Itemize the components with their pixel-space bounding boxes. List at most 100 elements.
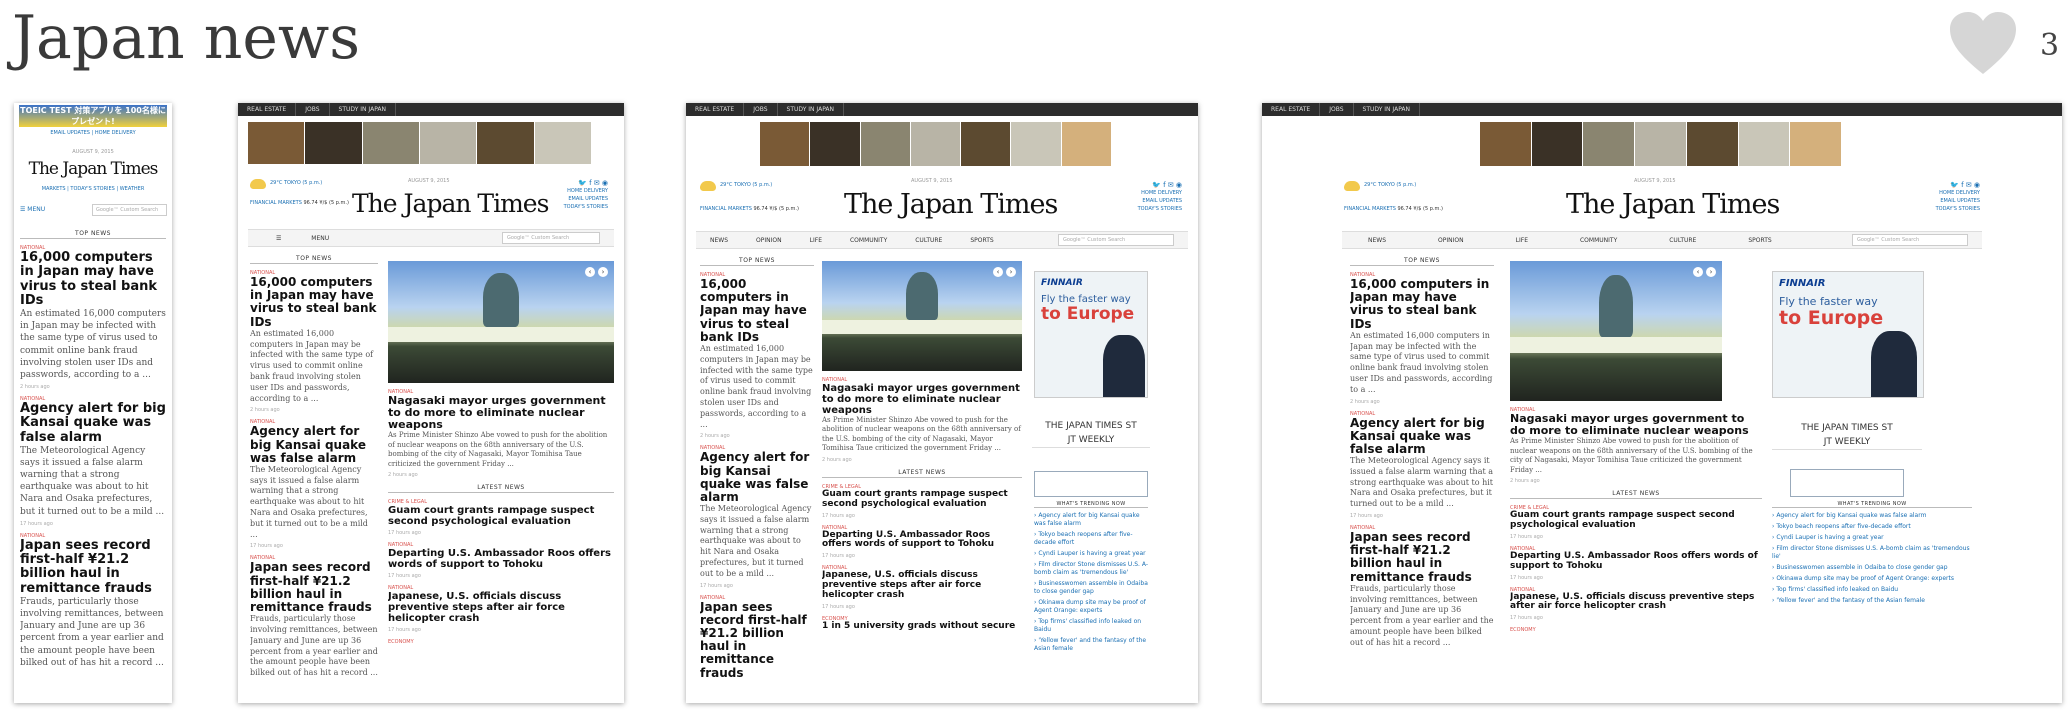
trending-item[interactable]: › Agency alert for big Kansai quake was … [1034,512,1148,528]
link-email-updates[interactable]: EMAIL UPDATES [1138,197,1182,205]
search-input[interactable]: Google™ Custom Search [1852,234,1968,246]
mobile-menu-links[interactable]: MARKETS | TODAY'S STORIES | WEATHER [14,186,172,192]
link-home-delivery[interactable]: HOME DELIVERY [564,187,608,195]
banner-photo-strip[interactable] [248,122,592,164]
trending-item[interactable]: › Film director Stone dismisses U.S. A-b… [1772,545,1972,561]
nav-real-estate[interactable]: REAL ESTATE [1262,103,1321,116]
ceo-banner[interactable]: 100 Next-Era CEOs [1034,471,1148,497]
list-item[interactable]: CRIME & LEGAL Guam court grants rampage s… [388,499,614,536]
story-headline[interactable]: 16,000 computers in Japan may have virus… [250,275,378,329]
nav-real-estate[interactable]: REAL ESTATE [238,103,297,116]
feature-story[interactable]: NATIONAL Nagasaki mayor urges government… [388,389,614,478]
chevron-right-icon[interactable]: › [1706,267,1716,277]
trending-item[interactable]: › Top firms' classified info leaked on B… [1034,618,1148,634]
story-headline[interactable]: Guam court grants rampage suspect second… [1510,510,1762,531]
mobile-logo[interactable]: The Japan Times [14,159,172,179]
banner-photo-strip[interactable] [760,122,1112,166]
chevron-right-icon[interactable]: › [598,267,608,277]
list-item[interactable]: NATIONAL Japan sees record first-half ¥2… [700,595,814,680]
list-item[interactable]: NATIONAL Agency alert for big Kansai qua… [1350,411,1494,520]
social-icons[interactable]: 🐦 f ✉ ◉ [564,179,608,187]
story-headline[interactable]: Japanese, U.S. officials discuss prevent… [388,591,614,624]
weather-widget[interactable]: 29°C TOKYO (5 p.m.) [700,181,772,191]
nav-jobs[interactable]: JOBS [744,103,778,116]
social-icons[interactable]: 🐦 f ✉ ◉ [1936,181,1980,189]
menu-button[interactable]: ☰ MENU [20,206,45,213]
list-item[interactable]: NATIONAL Japanese, U.S. officials discuss… [1510,587,1762,622]
screenshot-thumbnail-desktop[interactable]: REAL ESTATE JOBS STUDY IN JAPAN 29°C TOK… [686,103,1198,703]
story-headline[interactable]: Japan sees record first-half ¥21.2 billi… [1350,531,1494,584]
list-item[interactable]: NATIONAL Japan sees record first-half ¥2… [1350,525,1494,649]
trending-item[interactable]: › Businesswomen assemble in Odaiba to cl… [1034,580,1148,596]
story-headline[interactable]: Japanese, U.S. officials discuss prevent… [1510,592,1762,613]
screenshot-thumbnail-desktop-wide[interactable]: REAL ESTATE JOBS STUDY IN JAPAN 29°C TOK… [1262,103,2062,703]
list-item[interactable]: NATIONAL Japanese, U.S. officials discuss… [822,565,1022,610]
list-item[interactable]: NATIONAL Japan sees record first-half ¥2… [20,533,166,669]
story-headline[interactable]: Nagasaki mayor urges government to do mo… [388,394,614,431]
feature-story[interactable]: NATIONAL Nagasaki mayor urges government… [1510,407,1762,484]
story-headline[interactable]: Guam court grants rampage suspect second… [388,505,614,527]
section-community[interactable]: COMMUNITY [836,237,901,244]
markets-widget[interactable]: FINANCIAL MARKETS 96.74 ¥/$ (5 p.m.) [700,205,799,213]
list-item[interactable]: CRIME & LEGAL Guam court grants rampage s… [1510,505,1762,540]
section-life[interactable]: LIFE [1490,237,1554,244]
finnair-ad[interactable]: FINNAIR Fly the faster way to Europe [1034,271,1148,398]
link-todays-stories[interactable]: TODAY'S STORIES [564,203,608,211]
story-headline[interactable]: Japan sees record first-half ¥21.2 billi… [250,561,378,614]
section-culture[interactable]: CULTURE [1643,237,1722,244]
finnair-ad[interactable]: FINNAIR Fly the faster way to Europe [1772,271,1924,398]
section-sports[interactable]: SPORTS [956,237,1007,244]
list-item[interactable]: NATIONAL Departing U.S. Ambassador Roos o… [1510,546,1762,581]
trending-item[interactable]: › Agency alert for big Kansai quake was … [1772,512,1972,520]
link-todays-stories[interactable]: TODAY'S STORIES [1138,205,1182,213]
trending-item[interactable]: › Okinawa dump site may be proof of Agen… [1034,599,1148,615]
list-item[interactable]: NATIONAL 16,000 computers in Japan may h… [1350,272,1494,405]
feature-story[interactable]: NATIONAL Nagasaki mayor urges government… [822,377,1022,463]
list-item[interactable]: NATIONAL Agency alert for big Kansai qua… [700,445,814,588]
mobile-search-input[interactable]: Google™ Custom Search [92,204,167,216]
weather-widget[interactable]: 29°C TOKYO (5 p.m.) [1344,181,1416,191]
story-headline[interactable]: Nagasaki mayor urges government to do mo… [1510,412,1762,437]
link-home-delivery[interactable]: HOME DELIVERY [1936,189,1980,197]
story-headline[interactable]: Agency alert for big Kansai quake was fa… [700,451,814,504]
section-news[interactable]: NEWS [1342,237,1412,244]
feature-photo[interactable]: ‹ › [388,261,614,383]
nav-study-in-japan[interactable]: STUDY IN JAPAN [1354,103,1421,116]
search-input[interactable]: Google™ Custom Search [502,232,600,244]
ceo-banner[interactable]: 100 Next-Era CEOs [1790,469,1904,497]
jt-weekly-promo[interactable]: THE JAPAN TIMES ST JT WEEKLY [1032,419,1150,448]
nav-study-in-japan[interactable]: STUDY IN JAPAN [330,103,397,116]
masthead-logo[interactable]: The Japan Times [844,189,1058,220]
section-life[interactable]: LIFE [796,237,836,244]
mobile-top-links[interactable]: EMAIL UPDATES | HOME DELIVERY [14,130,172,136]
link-todays-stories[interactable]: TODAY'S STORIES [1936,205,1980,213]
list-item[interactable]: NATIONAL 16,000 computers in Japan may h… [20,245,166,390]
trending-item[interactable]: › Okinawa dump site may be proof of Agen… [1772,575,1972,583]
list-item[interactable]: NATIONAL 16,000 computers in Japan may h… [250,270,378,413]
masthead-logo[interactable]: The Japan Times [352,189,549,218]
masthead-logo[interactable]: The Japan Times [1566,189,1780,220]
trending-item[interactable]: › Cyndi Lauper is having a great year [1772,534,1972,542]
trending-item[interactable]: › 'Yellow fever' and the fantasy of the … [1034,637,1148,653]
banner-photo-strip[interactable] [1480,122,1843,166]
list-item[interactable]: NATIONAL Agency alert for big Kansai qua… [250,419,378,549]
section-opinion[interactable]: OPINION [742,237,796,244]
nav-jobs[interactable]: JOBS [296,103,330,116]
trending-item[interactable]: › Film director Stone dismisses U.S. A-b… [1034,561,1148,577]
story-headline[interactable]: Japan sees record first-half ¥21.2 billi… [20,538,166,596]
trending-item[interactable]: › Businesswomen assemble in Odaiba to cl… [1772,564,1972,572]
chevron-left-icon[interactable]: ‹ [1693,267,1703,277]
screenshot-thumbnail-mobile[interactable]: TOEIC TEST 対策アプリを 100名様にプレゼント! EMAIL UPD… [14,103,172,703]
link-email-updates[interactable]: EMAIL UPDATES [564,195,608,203]
story-headline[interactable]: Departing U.S. Ambassador Roos offers wo… [1510,551,1762,572]
nav-study-in-japan[interactable]: STUDY IN JAPAN [778,103,845,116]
section-culture[interactable]: CULTURE [901,237,956,244]
feature-photo[interactable]: ‹ › [822,261,1022,371]
nav-real-estate[interactable]: REAL ESTATE [686,103,745,116]
list-item[interactable]: ECONOMY 1 in 5 university grads without s… [822,616,1022,632]
markets-widget[interactable]: FINANCIAL MARKETS 96.74 ¥/$ (5 p.m.) [250,199,349,207]
section-community[interactable]: COMMUNITY [1554,237,1643,244]
list-item[interactable]: NATIONAL Japanese, U.S. officials discuss… [388,585,614,633]
story-headline[interactable]: 16,000 computers in Japan may have virus… [1350,277,1494,331]
story-headline[interactable]: Nagasaki mayor urges government to do mo… [822,383,1022,416]
